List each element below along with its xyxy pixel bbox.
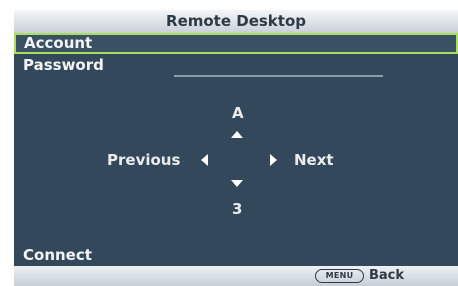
- triangle-left-icon[interactable]: [201, 154, 208, 166]
- triangle-right-icon[interactable]: [270, 154, 277, 166]
- remote-desktop-panel: Remote Desktop Account Password A Previo…: [14, 10, 458, 286]
- connect-button[interactable]: Connect: [14, 245, 458, 266]
- current-character: A: [232, 104, 244, 122]
- connect-label: Connect: [23, 246, 92, 264]
- triangle-down-icon[interactable]: [231, 180, 243, 187]
- previous-label[interactable]: Previous: [107, 151, 180, 169]
- next-character: 3: [232, 200, 243, 218]
- triangle-up-icon[interactable]: [231, 131, 243, 138]
- footer-bar: MENU Back: [14, 266, 458, 286]
- next-label[interactable]: Next: [294, 151, 334, 169]
- menu-key-icon[interactable]: MENU: [315, 269, 364, 283]
- back-label[interactable]: Back: [369, 266, 404, 286]
